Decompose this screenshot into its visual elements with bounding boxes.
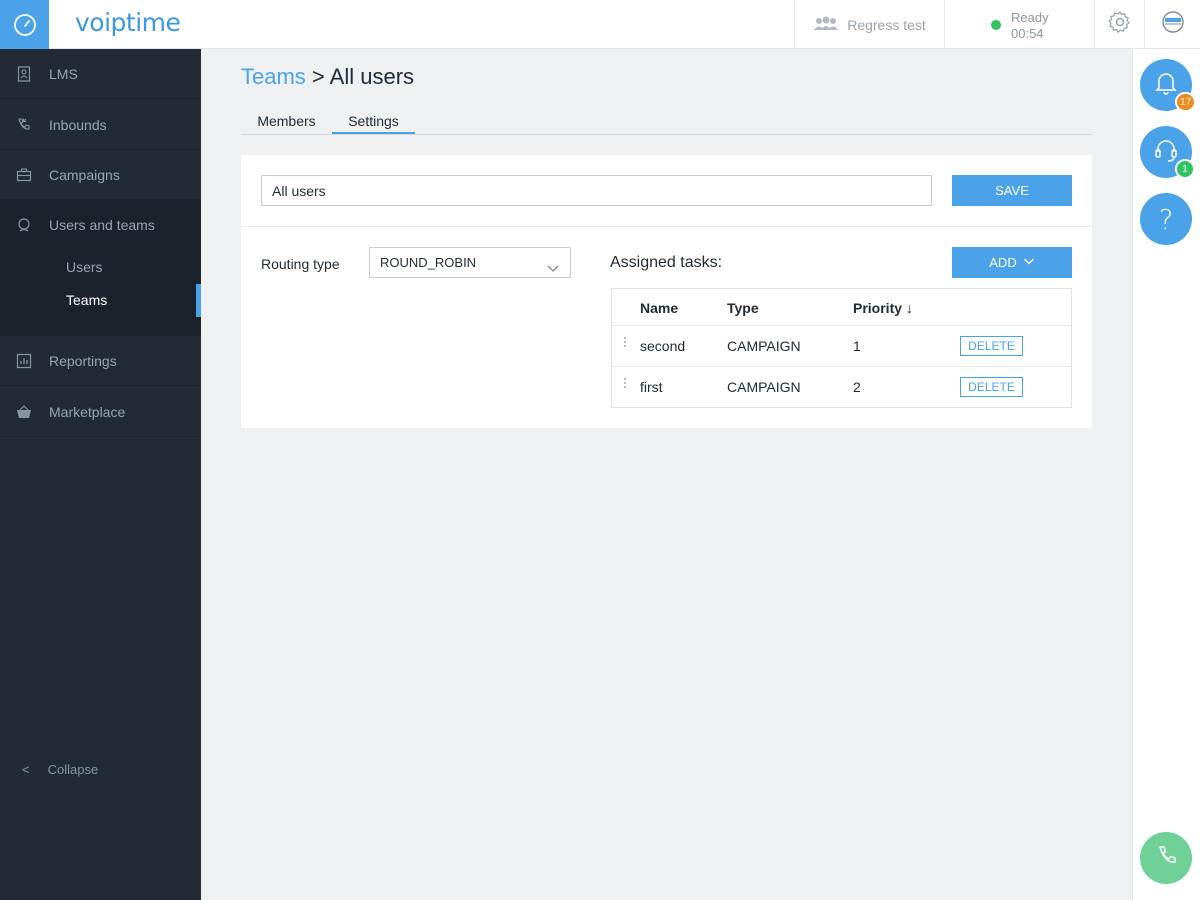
save-button-label: SAVE	[995, 183, 1029, 198]
tab-settings[interactable]: Settings	[332, 109, 415, 134]
breadcrumb: Teams > All users	[241, 64, 414, 90]
chevron-down-icon	[1023, 255, 1035, 270]
column-header-name[interactable]: Name	[640, 300, 678, 316]
add-task-button[interactable]: ADD	[952, 247, 1072, 278]
divider	[241, 226, 1092, 227]
routing-type-value: ROUND_ROBIN	[380, 255, 477, 270]
delete-button[interactable]: DELETE	[960, 336, 1023, 356]
assigned-tasks-table: Name Type Priority ↓ second CAMPAIGN 1 D…	[611, 288, 1072, 408]
tab-bar: Members Settings	[241, 109, 1092, 135]
status-text: Ready 00:54	[1011, 10, 1049, 42]
active-item-marker	[196, 284, 201, 317]
avatar	[1161, 11, 1184, 38]
contacts-book-icon	[16, 66, 32, 82]
breadcrumb-separator: >	[305, 64, 330, 89]
incoming-call-icon	[16, 117, 32, 133]
bell-icon	[1154, 70, 1178, 101]
chevron-down-icon	[546, 256, 560, 285]
question-mark-icon: ?	[1158, 202, 1174, 236]
user-head-icon	[16, 217, 32, 233]
team-group-icon	[813, 15, 839, 34]
dashboard-gauge-icon[interactable]	[0, 0, 49, 49]
task-name: first	[640, 379, 663, 395]
assigned-tasks-label: Assigned tasks:	[610, 254, 723, 271]
users-teams-group: Users and teams Users Teams	[0, 200, 201, 336]
task-name: second	[640, 338, 686, 354]
top-bar: voiptime Regress test Ready 00:54	[0, 0, 1200, 49]
team-name: Regress test	[847, 16, 926, 33]
task-priority: 2	[853, 379, 861, 395]
sidebar-item-users-and-teams[interactable]: Users and teams	[0, 200, 201, 250]
user-menu[interactable]	[1144, 0, 1200, 49]
sidebar-item-label: Inbounds	[49, 116, 107, 133]
task-type: CAMPAIGN	[727, 379, 801, 395]
status-indicator	[991, 20, 1001, 30]
column-header-priority[interactable]: Priority ↓	[853, 300, 913, 316]
sidebar-item-marketplace[interactable]: Marketplace	[0, 387, 201, 437]
sidebar-item-label: Marketplace	[49, 403, 126, 420]
drag-handle-icon[interactable]	[624, 337, 627, 349]
notifications-button[interactable]: 17	[1140, 59, 1197, 112]
briefcase-icon	[16, 167, 32, 183]
column-header-type[interactable]: Type	[727, 300, 759, 316]
drag-handle-icon[interactable]	[624, 378, 627, 390]
call-button[interactable]	[1140, 832, 1192, 884]
help-button[interactable]: ?	[1140, 193, 1192, 245]
task-priority: 1	[853, 338, 861, 354]
collapse-button[interactable]: < Collapse	[22, 762, 98, 777]
chevron-left-icon: <	[22, 762, 30, 777]
support-badge: 1	[1175, 159, 1195, 179]
collapse-label: Collapse	[47, 762, 99, 777]
task-type: CAMPAIGN	[727, 338, 801, 354]
sidebar: LMS Inbounds Campaigns Users and teams U…	[0, 49, 201, 900]
delete-button[interactable]: DELETE	[960, 377, 1023, 397]
bar-chart-icon	[16, 353, 32, 369]
sidebar-item-lms[interactable]: LMS	[0, 49, 201, 99]
support-button[interactable]: 1	[1140, 126, 1195, 179]
settings-button[interactable]	[1094, 0, 1144, 49]
sidebar-item-label: LMS	[49, 65, 78, 82]
gear-icon	[1107, 10, 1132, 39]
status-label: Ready	[1011, 10, 1049, 25]
right-rail: 17 1 ?	[1132, 49, 1200, 900]
basket-icon	[16, 404, 32, 420]
sort-arrow-icon: ↓	[905, 300, 913, 316]
table-row[interactable]: first CAMPAIGN 2 DELETE	[612, 366, 1071, 407]
status-timer: 00:54	[1011, 26, 1044, 41]
phone-icon	[1154, 844, 1178, 873]
add-button-label: ADD	[989, 255, 1017, 270]
sidebar-item-label: Campaigns	[49, 166, 120, 183]
sidebar-subitem-teams[interactable]: Teams	[66, 292, 107, 308]
table-row[interactable]: second CAMPAIGN 1 DELETE	[612, 325, 1071, 366]
sidebar-item-reportings[interactable]: Reportings	[0, 336, 201, 386]
breadcrumb-teams-link[interactable]: Teams	[241, 64, 306, 89]
routing-type-select[interactable]: ROUND_ROBIN	[369, 247, 571, 278]
sidebar-item-campaigns[interactable]: Campaigns	[0, 150, 201, 200]
settings-card: SAVE Routing type ROUND_ROBIN Assigned t…	[241, 155, 1092, 428]
sidebar-item-label: Reportings	[49, 352, 117, 369]
sidebar-item-label: Users and teams	[49, 217, 155, 233]
page-title: All users	[329, 64, 415, 89]
sidebar-subitem-users[interactable]: Users	[66, 259, 103, 275]
sidebar-item-inbounds[interactable]: Inbounds	[0, 100, 201, 150]
agent-status[interactable]: Ready 00:54	[944, 0, 1094, 49]
priority-header-label: Priority	[853, 300, 903, 316]
team-selector[interactable]: Regress test	[794, 0, 944, 49]
tab-members[interactable]: Members	[241, 109, 332, 134]
team-name-input[interactable]	[261, 175, 932, 206]
notifications-badge: 17	[1175, 92, 1197, 112]
save-button[interactable]: SAVE	[952, 175, 1072, 206]
routing-type-label: Routing type	[261, 256, 340, 272]
headset-icon	[1153, 137, 1179, 168]
logo[interactable]: voiptime	[75, 8, 181, 37]
